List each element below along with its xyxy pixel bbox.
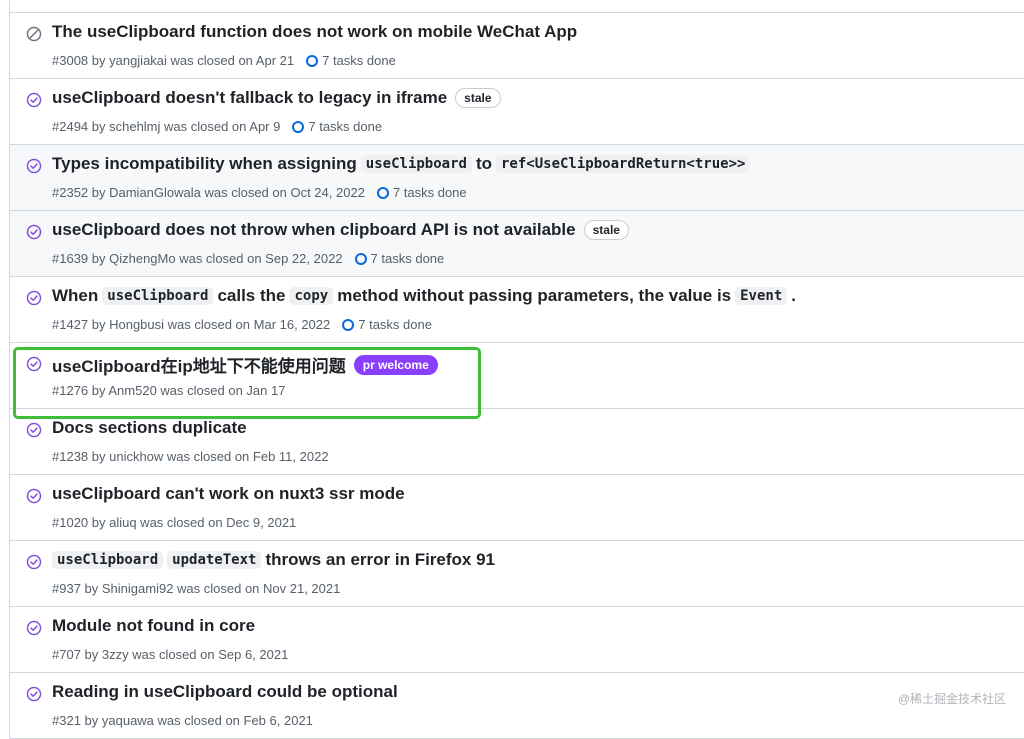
- title-text: When: [52, 286, 99, 305]
- title-text: useClipboard can't work on nuxt3 ssr mod…: [52, 484, 405, 503]
- issue-title[interactable]: useClipboard updateText throws an error in…: [52, 550, 495, 570]
- title-text: Types incompatibility when assigning: [52, 154, 357, 173]
- issue-meta: #1639 by QizhengMo was closed on Sep 22,…: [52, 251, 444, 266]
- list-top-edge: [10, 0, 1024, 13]
- completed-icon: [26, 92, 42, 108]
- inline-code: ref<UseClipboardReturn<true>>: [496, 155, 751, 173]
- progress-ring-icon: [306, 54, 319, 67]
- tasks-text: 7 tasks done: [370, 251, 445, 266]
- tasks-text: 7 tasks done: [308, 119, 383, 134]
- issue-row[interactable]: useClipboard doesn't fallback to legacy …: [10, 79, 1024, 145]
- issue-meta-text: #707 by 3zzy was closed on Sep 6, 2021: [52, 647, 289, 662]
- issue-meta: #3008 by yangjiakai was closed on Apr 21…: [52, 53, 396, 68]
- issue-meta-text: #1276 by Anm520 was closed on Jan 17: [52, 383, 286, 398]
- title-text: calls the: [217, 286, 286, 305]
- issue-title[interactable]: Reading in useClipboard could be optiona…: [52, 682, 398, 702]
- title-text: useClipboard does not throw when clipboa…: [52, 220, 576, 239]
- title-text: to: [475, 154, 492, 173]
- completed-icon: [26, 422, 42, 438]
- title-text: .: [791, 286, 797, 305]
- title-text: method without passing parameters, the v…: [337, 286, 732, 305]
- completed-icon: [26, 554, 42, 570]
- completed-icon: [26, 686, 42, 702]
- issue-meta-text: #1427 by Hongbusi was closed on Mar 16, …: [52, 317, 331, 332]
- issue-meta: #1427 by Hongbusi was closed on Mar 16, …: [52, 317, 432, 332]
- label-stale[interactable]: stale: [583, 220, 629, 240]
- issue-meta: #2352 by DamianGlowala was closed on Oct…: [52, 185, 467, 200]
- completed-icon: [26, 620, 42, 636]
- tasks-progress[interactable]: 7 tasks done: [342, 317, 432, 332]
- issue-row[interactable]: Types incompatibility when assigning useC…: [10, 145, 1024, 211]
- issue-title[interactable]: Module not found in core: [52, 616, 255, 636]
- issue-title[interactable]: useClipboard does not throw when clipboa…: [52, 220, 629, 240]
- tasks-progress[interactable]: 7 tasks done: [292, 119, 382, 134]
- tasks-text: 7 tasks done: [392, 185, 467, 200]
- progress-ring-icon: [342, 318, 355, 331]
- title-text: The useClipboard function does not work …: [52, 22, 578, 41]
- tasks-progress[interactable]: 7 tasks done: [354, 251, 445, 266]
- issue-meta-text: #1639 by QizhengMo was closed on Sep 22,…: [52, 251, 343, 266]
- inline-code: useClipboard: [52, 551, 164, 569]
- inline-code: useClipboard: [102, 287, 214, 305]
- completed-icon: [26, 290, 42, 306]
- issue-meta-text: #2494 by schehlmj was closed on Apr 9: [52, 119, 281, 134]
- issue-row[interactable]: Docs sections duplicate #1238 by unickhow…: [10, 409, 1024, 475]
- issue-row[interactable]: When useClipboard calls the copy method with…: [10, 277, 1024, 343]
- inline-code: Event: [735, 287, 788, 305]
- issue-title[interactable]: useClipboard在ip地址下不能使用问题 pr welcome: [52, 352, 438, 377]
- progress-ring-icon: [376, 186, 389, 199]
- issue-title[interactable]: Docs sections duplicate: [52, 418, 247, 438]
- title-text: useClipboard doesn't fallback to legacy …: [52, 88, 448, 107]
- tasks-text: 7 tasks done: [358, 317, 432, 332]
- issue-row[interactable]: useClipboard updateText throws an error in…: [10, 541, 1024, 607]
- issue-meta-text: #937 by Shinigami92 was closed on Nov 21…: [52, 581, 341, 596]
- issue-row[interactable]: Module not found in core #707 by 3zzy was…: [10, 607, 1024, 673]
- issue-title[interactable]: When useClipboard calls the copy method with…: [52, 286, 796, 306]
- issue-title[interactable]: useClipboard doesn't fallback to legacy …: [52, 88, 501, 108]
- issue-meta-text: #1020 by aliuq was closed on Dec 9, 2021: [52, 515, 297, 530]
- completed-icon: [26, 488, 42, 504]
- progress-ring-icon: [354, 252, 367, 265]
- title-text: Docs sections duplicate: [52, 418, 247, 437]
- issue-row[interactable]: The useClipboard function does not work …: [10, 13, 1024, 79]
- issue-row[interactable]: Reading in useClipboard could be optiona…: [10, 673, 1024, 739]
- issue-row[interactable]: useClipboard can't work on nuxt3 ssr mod…: [10, 475, 1024, 541]
- label-stale[interactable]: stale: [455, 88, 501, 108]
- issue-title[interactable]: Types incompatibility when assigning useC…: [52, 154, 751, 174]
- progress-ring-icon: [292, 120, 305, 133]
- completed-icon: [26, 356, 42, 372]
- inline-code: copy: [289, 287, 334, 305]
- issue-meta-text: #2352 by DamianGlowala was closed on Oct…: [52, 185, 365, 200]
- issue-title[interactable]: useClipboard can't work on nuxt3 ssr mod…: [52, 484, 405, 504]
- issue-meta: #1020 by aliuq was closed on Dec 9, 2021: [52, 515, 296, 530]
- issue-list: The useClipboard function does not work …: [9, 0, 1024, 739]
- inline-code: updateText: [167, 551, 262, 569]
- issue-meta: #707 by 3zzy was closed on Sep 6, 2021: [52, 647, 288, 662]
- issue-meta-text: #3008 by yangjiakai was closed on Apr 21: [52, 53, 295, 68]
- issue-meta: #937 by Shinigami92 was closed on Nov 21…: [52, 581, 340, 596]
- title-text: Reading in useClipboard could be optiona…: [52, 682, 398, 701]
- tasks-text: 7 tasks done: [322, 53, 396, 68]
- title-text: throws an error in Firefox 91: [265, 550, 496, 569]
- issue-meta-text: #1238 by unickhow was closed on Feb 11, …: [52, 449, 329, 464]
- tasks-progress[interactable]: 7 tasks done: [376, 185, 467, 200]
- watermark: @稀土掘金技术社区: [897, 692, 1006, 706]
- issue-title[interactable]: The useClipboard function does not work …: [52, 22, 577, 42]
- label-pr-welcome[interactable]: pr welcome: [353, 354, 438, 375]
- issue-meta: #321 by yaquawa was closed on Feb 6, 202…: [52, 713, 313, 728]
- title-text: Module not found in core: [52, 616, 256, 635]
- issue-meta: #2494 by schehlmj was closed on Apr 9 7 t…: [52, 119, 382, 134]
- issue-row[interactable]: useClipboard does not throw when clipboa…: [10, 211, 1024, 277]
- tasks-progress[interactable]: 7 tasks done: [306, 53, 396, 68]
- issue-meta-text: #321 by yaquawa was closed on Feb 6, 202…: [52, 713, 313, 728]
- issue-row[interactable]: useClipboard在ip地址下不能使用问题 pr welcome #1276 …: [10, 343, 1024, 409]
- completed-icon: [26, 224, 42, 240]
- completed-icon: [26, 158, 42, 174]
- inline-code: useClipboard: [360, 155, 472, 173]
- issue-meta: #1276 by Anm520 was closed on Jan 17: [52, 383, 285, 398]
- title-text: useClipboard在ip地址下不能使用问题: [52, 357, 346, 376]
- issue-meta: #1238 by unickhow was closed on Feb 11, …: [52, 449, 329, 464]
- not-planned-icon: [26, 26, 42, 42]
